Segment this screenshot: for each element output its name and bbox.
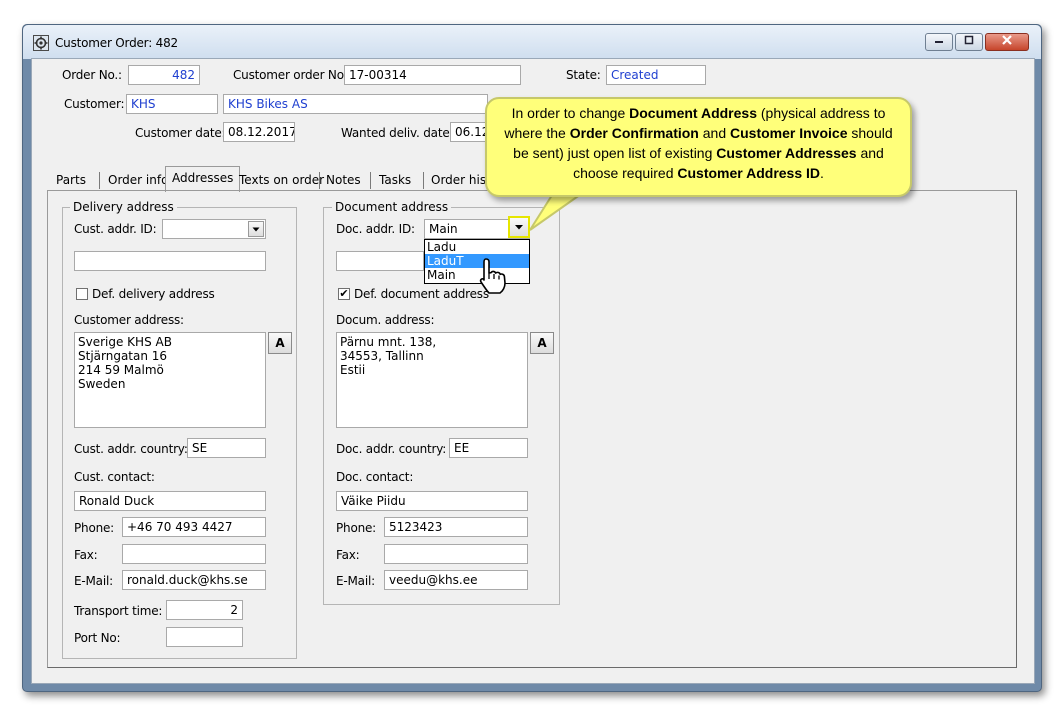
wanted-deliv-label: Wanted deliv. date: xyxy=(341,126,454,140)
minimize-button[interactable] xyxy=(925,33,953,51)
doc-addr-id-label: Doc. addr. ID: xyxy=(336,222,415,236)
maximize-button[interactable] xyxy=(955,33,983,51)
doc-fax-field[interactable] xyxy=(384,544,528,564)
tab-texts-on-order[interactable]: Texts on order xyxy=(233,169,330,191)
window-title: Customer Order: 482 xyxy=(55,36,178,50)
cust-addr-country-field[interactable]: SE xyxy=(187,438,266,458)
close-icon xyxy=(1002,35,1012,45)
delivery-email-field[interactable]: ronald.duck@khs.se xyxy=(122,570,266,590)
callout-plain-text: . xyxy=(820,165,824,181)
tab-addresses[interactable]: Addresses xyxy=(165,166,241,192)
tab-order-info[interactable]: Order info xyxy=(102,169,174,191)
delivery-name-field[interactable] xyxy=(74,251,266,271)
transport-time-field[interactable]: 2 xyxy=(166,600,243,620)
doc-contact-label: Doc. contact: xyxy=(336,470,414,484)
port-no-label: Port No: xyxy=(74,631,121,645)
delivery-phone-label: Phone: xyxy=(74,521,115,535)
doc-phone-label: Phone: xyxy=(336,521,377,535)
doc-fax-label: Fax: xyxy=(336,548,360,562)
callout-bold-text: Customer Addresses xyxy=(716,145,857,161)
def-delivery-label: Def. delivery address xyxy=(92,287,215,301)
delivery-email-label: E-Mail: xyxy=(74,574,113,588)
doc-phone-field[interactable]: 5123423 xyxy=(384,517,528,537)
def-document-label: Def. document address xyxy=(354,287,489,301)
delivery-address-group xyxy=(62,207,297,659)
tab-divider xyxy=(423,172,424,189)
app-icon xyxy=(33,35,49,51)
def-delivery-checkbox[interactable] xyxy=(76,288,88,300)
doc-contact-field[interactable]: Väike Piidu xyxy=(336,491,528,511)
delivery-fax-label: Fax: xyxy=(74,548,98,562)
callout-plain-text: and xyxy=(698,125,730,141)
doc-email-field[interactable]: veedu@khs.ee xyxy=(384,570,528,590)
transport-time-label: Transport time: xyxy=(74,604,163,618)
doc-email-label: E-Mail: xyxy=(336,574,375,588)
order-no-field[interactable]: 482 xyxy=(128,65,200,85)
docum-address-label: Docum. address: xyxy=(336,313,435,327)
customer-code-field[interactable]: KHS xyxy=(126,94,218,114)
title-bar[interactable]: Customer Order: 482 xyxy=(23,25,1041,59)
customer-address-textarea[interactable]: Sverige KHS AB Stjärngatan 16 214 59 Mal… xyxy=(74,332,266,428)
delivery-phone-field[interactable]: +46 70 493 4427 xyxy=(122,517,266,537)
customer-date-label: Customer date: xyxy=(135,126,226,140)
dropdown-button[interactable] xyxy=(248,221,264,237)
port-no-field[interactable] xyxy=(166,627,243,647)
delivery-group-title: Delivery address xyxy=(70,200,177,214)
close-button[interactable] xyxy=(985,33,1029,51)
customer-order-no-field[interactable]: 17-00314 xyxy=(344,65,521,85)
tab-parts[interactable]: Parts xyxy=(50,169,92,191)
document-name-field[interactable] xyxy=(336,251,424,271)
tab-tasks[interactable]: Tasks xyxy=(373,169,417,191)
document-address-button[interactable]: A xyxy=(530,332,554,354)
state-label: State: xyxy=(566,68,601,82)
help-callout: In order to change Document Address (phy… xyxy=(485,97,912,197)
callout-text: In order to change Document Address (phy… xyxy=(504,105,892,181)
maximize-icon xyxy=(964,35,974,45)
delivery-address-button[interactable]: A xyxy=(268,332,292,354)
docum-address-textarea[interactable]: Pärnu mnt. 138, 34553, Tallinn Estii xyxy=(336,332,528,428)
customer-date-field[interactable]: 08.12.2017 xyxy=(223,122,295,142)
cust-addr-id-label: Cust. addr. ID: xyxy=(74,222,157,236)
delivery-fax-field[interactable] xyxy=(122,544,266,564)
dropdown-option-ladu[interactable]: Ladu xyxy=(425,240,531,254)
def-document-checkbox[interactable]: ✔ xyxy=(338,288,350,300)
customer-order-no-label: Customer order No.: xyxy=(233,68,352,82)
tab-divider xyxy=(370,172,371,189)
cust-addr-id-select[interactable] xyxy=(162,219,266,239)
callout-bold-text: Order Confirmation xyxy=(569,125,699,141)
wanted-deliv-date-field[interactable]: 06.12 xyxy=(450,122,490,142)
callout-bold-text: Document Address xyxy=(629,105,757,121)
callout-plain-text: In order to change xyxy=(511,105,630,121)
document-group-title: Document address xyxy=(332,200,452,214)
state-field: Created xyxy=(606,65,706,85)
cust-contact-label: Cust. contact: xyxy=(74,470,155,484)
customer-address-label: Customer address: xyxy=(74,313,184,327)
doc-addr-country-label: Doc. addr. country: xyxy=(336,442,447,456)
callout-bold-text: Customer Address ID xyxy=(677,165,821,181)
doc-addr-id-value: Main xyxy=(429,222,458,236)
doc-addr-country-field[interactable]: EE xyxy=(449,438,528,458)
cust-contact-field[interactable]: Ronald Duck xyxy=(74,491,266,511)
order-no-label: Order No.: xyxy=(62,68,122,82)
tab-notes[interactable]: Notes xyxy=(320,169,367,191)
tab-divider xyxy=(99,172,100,189)
cust-addr-country-label: Cust. addr. country: xyxy=(74,442,188,456)
customer-label: Customer: xyxy=(64,97,125,111)
customer-name-field[interactable]: KHS Bikes AS xyxy=(223,94,488,114)
minimize-icon xyxy=(935,41,943,43)
chevron-down-icon xyxy=(252,227,260,232)
callout-pointer-cover xyxy=(531,189,583,195)
callout-bold-text: Customer Invoice xyxy=(730,125,848,141)
